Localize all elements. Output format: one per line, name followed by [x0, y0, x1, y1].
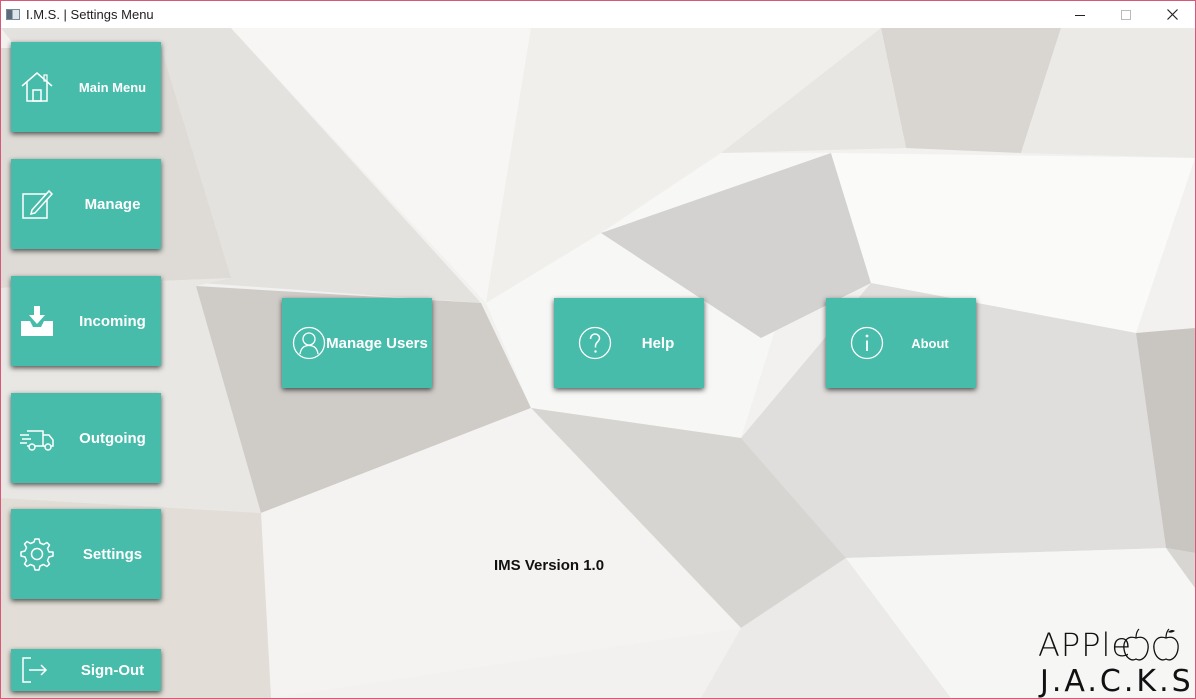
sidebar-item-label: Manage: [84, 195, 141, 213]
inbox-download-icon: [19, 303, 55, 339]
logo-line1: APPle: [1038, 626, 1133, 664]
sidebar-item-label: Incoming: [79, 312, 146, 330]
sidebar-item-manage[interactable]: Manage: [11, 159, 161, 249]
window-controls: [1057, 1, 1195, 28]
sidebar-item-label: Outgoing: [79, 429, 146, 447]
help-button[interactable]: Help: [554, 298, 704, 388]
close-button[interactable]: [1149, 1, 1195, 28]
company-logo: APPle J.A.C.K.S.: [1038, 626, 1195, 698]
sidebar-item-sign-out[interactable]: Sign-Out: [11, 649, 161, 691]
sign-out-icon: [21, 656, 49, 684]
minimize-button[interactable]: [1057, 1, 1103, 28]
user-icon: [292, 326, 326, 360]
sidebar-item-outgoing[interactable]: Outgoing: [11, 393, 161, 483]
sidebar-item-main-menu[interactable]: Main Menu: [11, 42, 161, 132]
gear-icon: [19, 536, 55, 572]
minimize-icon: [1075, 14, 1085, 16]
manage-users-button[interactable]: Manage Users: [282, 298, 432, 388]
app-window: I.M.S. | Settings Menu Main Menu Manage …: [0, 0, 1196, 699]
logo-line2: J.A.C.K.S.: [1040, 664, 1195, 698]
version-text: IMS Version 1.0: [494, 557, 605, 574]
sidebar-item-settings[interactable]: Settings: [11, 509, 161, 599]
title-bar[interactable]: I.M.S. | Settings Menu: [1, 1, 1195, 28]
manage-users-label: Manage Users: [326, 334, 428, 352]
apples-icon: [1123, 628, 1179, 661]
help-label: Help: [641, 334, 675, 352]
maximize-button[interactable]: [1103, 1, 1149, 28]
sidebar-item-label: Main Menu: [78, 79, 147, 95]
sidebar-item-label: Sign-Out: [80, 661, 145, 679]
about-button[interactable]: About: [826, 298, 976, 388]
maximize-icon: [1121, 9, 1131, 20]
about-label: About: [911, 335, 949, 351]
edit-icon: [19, 186, 55, 222]
app-icon: [6, 9, 20, 20]
content-area: Main Menu Manage Incoming Outgoing Setti: [1, 28, 1195, 698]
close-icon: [1166, 9, 1178, 20]
window-title: I.M.S. | Settings Menu: [26, 7, 154, 22]
sidebar-item-label: Settings: [82, 545, 143, 563]
home-icon: [19, 69, 55, 105]
info-icon: [850, 326, 884, 360]
question-icon: [578, 326, 612, 360]
sidebar-item-incoming[interactable]: Incoming: [11, 276, 161, 366]
delivery-truck-icon: [19, 420, 55, 456]
